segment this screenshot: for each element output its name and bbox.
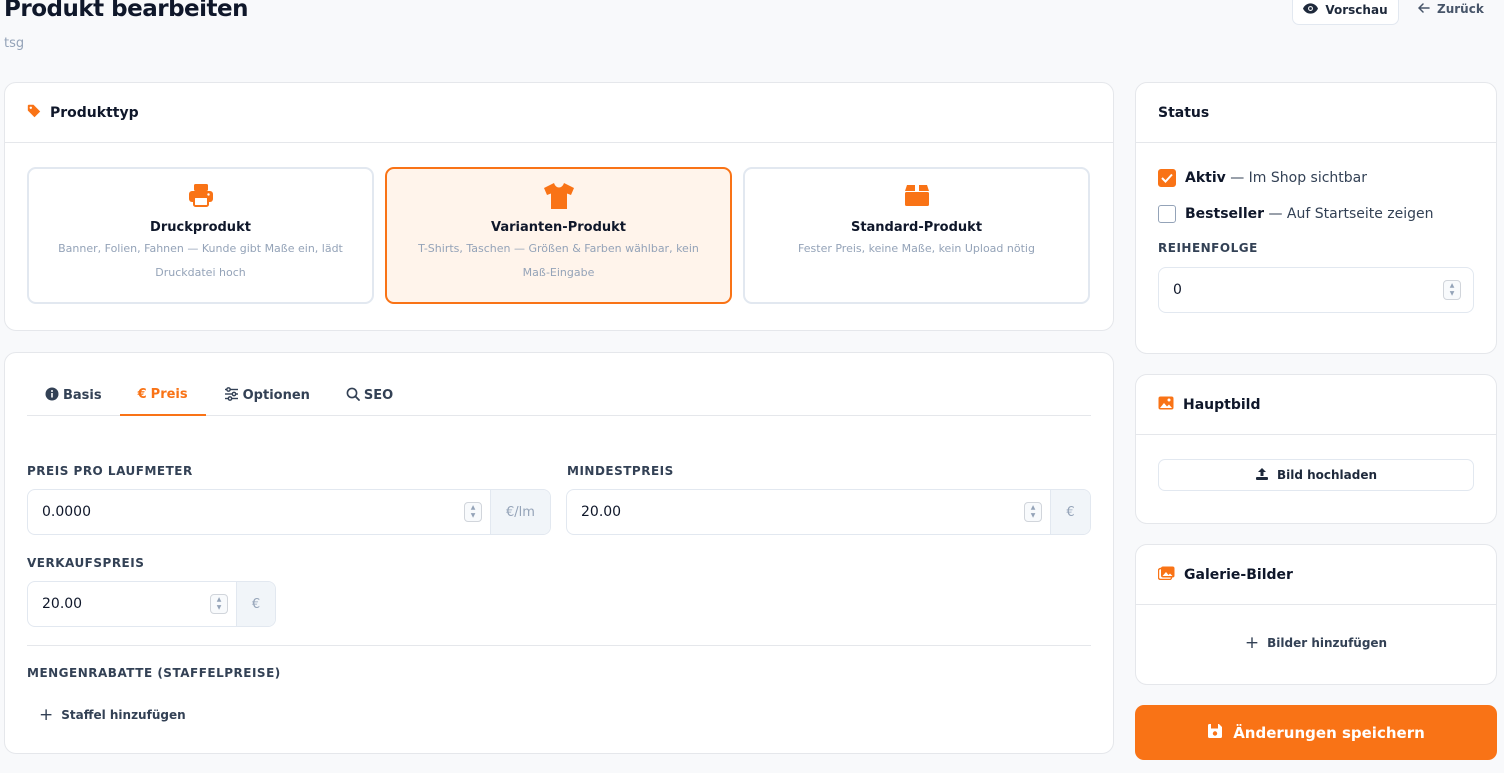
type-option-varianten-produkt[interactable]: Varianten-Produkt T-Shirts, Taschen — Gr… bbox=[385, 167, 732, 304]
gallery-card: Galerie-Bilder + Bilder hinzufügen bbox=[1135, 544, 1497, 685]
gallery-header: Galerie-Bilder bbox=[1136, 545, 1496, 605]
min-price-value: 20.00 bbox=[581, 504, 622, 520]
type-option-desc: Banner, Folien, Fahnen — Kunde gibt Maße… bbox=[58, 242, 343, 279]
save-icon bbox=[1207, 723, 1223, 743]
sale-price-label: VERKAUFSPREIS bbox=[27, 556, 145, 570]
min-price-field[interactable]: 20.00 ▲ ▼ € bbox=[566, 489, 1091, 535]
bestseller-desc: — Auf Startseite zeigen bbox=[1264, 206, 1434, 222]
order-value: 0 bbox=[1173, 282, 1182, 298]
add-tier-label: Staffel hinzufügen bbox=[61, 708, 186, 722]
type-option-desc: Fester Preis, keine Maße, kein Upload nö… bbox=[798, 242, 1035, 255]
tab-label: Basis bbox=[63, 388, 102, 403]
section-divider bbox=[27, 645, 1091, 646]
unit-suffix: € bbox=[1050, 490, 1090, 534]
status-heading: Status bbox=[1158, 104, 1210, 121]
type-option-desc: T-Shirts, Taschen — Größen & Farben wähl… bbox=[418, 242, 699, 279]
image-icon bbox=[1158, 396, 1174, 414]
product-type-card: Produkttyp Druckprodukt Banner, Folien, … bbox=[4, 82, 1114, 331]
tab-optionen[interactable]: Optionen bbox=[206, 375, 328, 416]
sale-price-field[interactable]: 20.00 ▲ ▼ € bbox=[27, 581, 276, 627]
price-per-meter-value: 0.0000 bbox=[42, 504, 91, 520]
images-icon bbox=[1157, 566, 1175, 584]
product-type-header: Produkttyp bbox=[5, 83, 1113, 143]
type-option-title: Standard-Produkt bbox=[850, 220, 983, 235]
type-option-druckprodukt[interactable]: Druckprodukt Banner, Folien, Fahnen — Ku… bbox=[27, 167, 374, 304]
unit-suffix: € bbox=[236, 582, 275, 626]
bestseller-label: Bestseller bbox=[1185, 206, 1265, 222]
save-changes-button[interactable]: Änderungen speichern bbox=[1135, 705, 1497, 760]
bestseller-checkbox[interactable] bbox=[1158, 205, 1176, 223]
active-label: Aktiv bbox=[1185, 170, 1226, 186]
page-subtitle: tsg bbox=[4, 36, 25, 51]
plus-icon: + bbox=[39, 705, 54, 725]
upload-image-label: Bild hochladen bbox=[1276, 468, 1378, 482]
price-per-meter-label: PREIS PRO LAUFMETER bbox=[27, 464, 193, 478]
save-changes-label: Änderungen speichern bbox=[1233, 723, 1425, 742]
preview-button[interactable]: Vorschau bbox=[1292, 0, 1399, 25]
upload-icon bbox=[1255, 467, 1269, 484]
upload-image-button[interactable]: Bild hochladen bbox=[1158, 459, 1474, 491]
plus-icon: + bbox=[1244, 633, 1260, 653]
active-checkbox[interactable] bbox=[1158, 169, 1176, 187]
order-label: REIHENFOLGE bbox=[1158, 241, 1258, 255]
stepper-icon[interactable]: ▲ ▼ bbox=[1024, 502, 1042, 522]
type-option-title: Varianten-Produkt bbox=[491, 220, 626, 235]
status-header: Status bbox=[1136, 83, 1496, 143]
active-desc: — Im Shop sichtbar bbox=[1225, 170, 1368, 186]
type-option-title: Druckprodukt bbox=[150, 220, 251, 235]
arrow-left-icon bbox=[1417, 2, 1430, 16]
main-image-heading: Hauptbild bbox=[1183, 396, 1261, 413]
eye-icon bbox=[1303, 2, 1319, 17]
min-price-label: MINDESTPREIS bbox=[567, 464, 674, 478]
stepper-icon[interactable]: ▲ ▼ bbox=[1443, 280, 1461, 300]
tab-label: Preis bbox=[150, 387, 188, 402]
main-image-header: Hauptbild bbox=[1136, 375, 1496, 435]
tab-label: SEO bbox=[363, 388, 394, 403]
unit-suffix: €/lm bbox=[490, 490, 550, 534]
add-images-button[interactable]: + Bilder hinzufügen bbox=[1136, 633, 1496, 653]
active-checkbox-row[interactable]: Aktiv — Im Shop sichtbar bbox=[1158, 169, 1367, 187]
tier-pricing-heading: MENGENRABATTE (STAFFELPREISE) bbox=[27, 666, 281, 680]
tab-basis[interactable]: Basis bbox=[27, 375, 120, 416]
product-type-heading: Produkttyp bbox=[50, 104, 139, 121]
preview-button-label: Vorschau bbox=[1325, 2, 1388, 17]
order-field[interactable]: 0 ▲ ▼ bbox=[1158, 267, 1474, 313]
bestseller-checkbox-row[interactable]: Bestseller — Auf Startseite zeigen bbox=[1158, 205, 1434, 223]
add-images-label: Bilder hinzufügen bbox=[1267, 636, 1388, 650]
tab-bar: Basis € Preis Optionen SEO bbox=[27, 375, 1091, 416]
tshirt-icon bbox=[387, 182, 730, 212]
page-title: Produkt bearbeiten bbox=[4, 0, 248, 22]
back-link[interactable]: Zurück bbox=[1417, 0, 1484, 18]
tag-icon bbox=[27, 104, 41, 122]
search-icon bbox=[346, 387, 360, 405]
main-image-card: Hauptbild Bild hochladen bbox=[1135, 374, 1497, 524]
stepper-icon[interactable]: ▲ ▼ bbox=[464, 502, 482, 522]
info-icon bbox=[45, 387, 59, 405]
printer-icon bbox=[29, 182, 372, 212]
back-link-label: Zurück bbox=[1437, 2, 1484, 16]
euro-icon: € bbox=[137, 387, 147, 402]
gallery-heading: Galerie-Bilder bbox=[1184, 566, 1293, 583]
price-per-meter-field[interactable]: 0.0000 ▲ ▼ €/lm bbox=[27, 489, 551, 535]
tab-seo[interactable]: SEO bbox=[328, 375, 411, 416]
tab-label: Optionen bbox=[242, 388, 310, 403]
box-icon bbox=[745, 182, 1088, 212]
add-tier-button[interactable]: + Staffel hinzufügen bbox=[39, 705, 186, 725]
sliders-icon bbox=[224, 386, 239, 405]
status-card: Status Aktiv — Im Shop sichtbar Bestsell… bbox=[1135, 82, 1497, 354]
tab-preis[interactable]: € Preis bbox=[119, 375, 206, 416]
stepper-icon[interactable]: ▲ ▼ bbox=[210, 594, 228, 614]
type-option-standard-produkt[interactable]: Standard-Produkt Fester Preis, keine Maß… bbox=[743, 167, 1090, 304]
product-details-card: Basis € Preis Optionen SEO PREIS PRO LAU… bbox=[4, 352, 1114, 754]
sale-price-value: 20.00 bbox=[42, 596, 83, 612]
